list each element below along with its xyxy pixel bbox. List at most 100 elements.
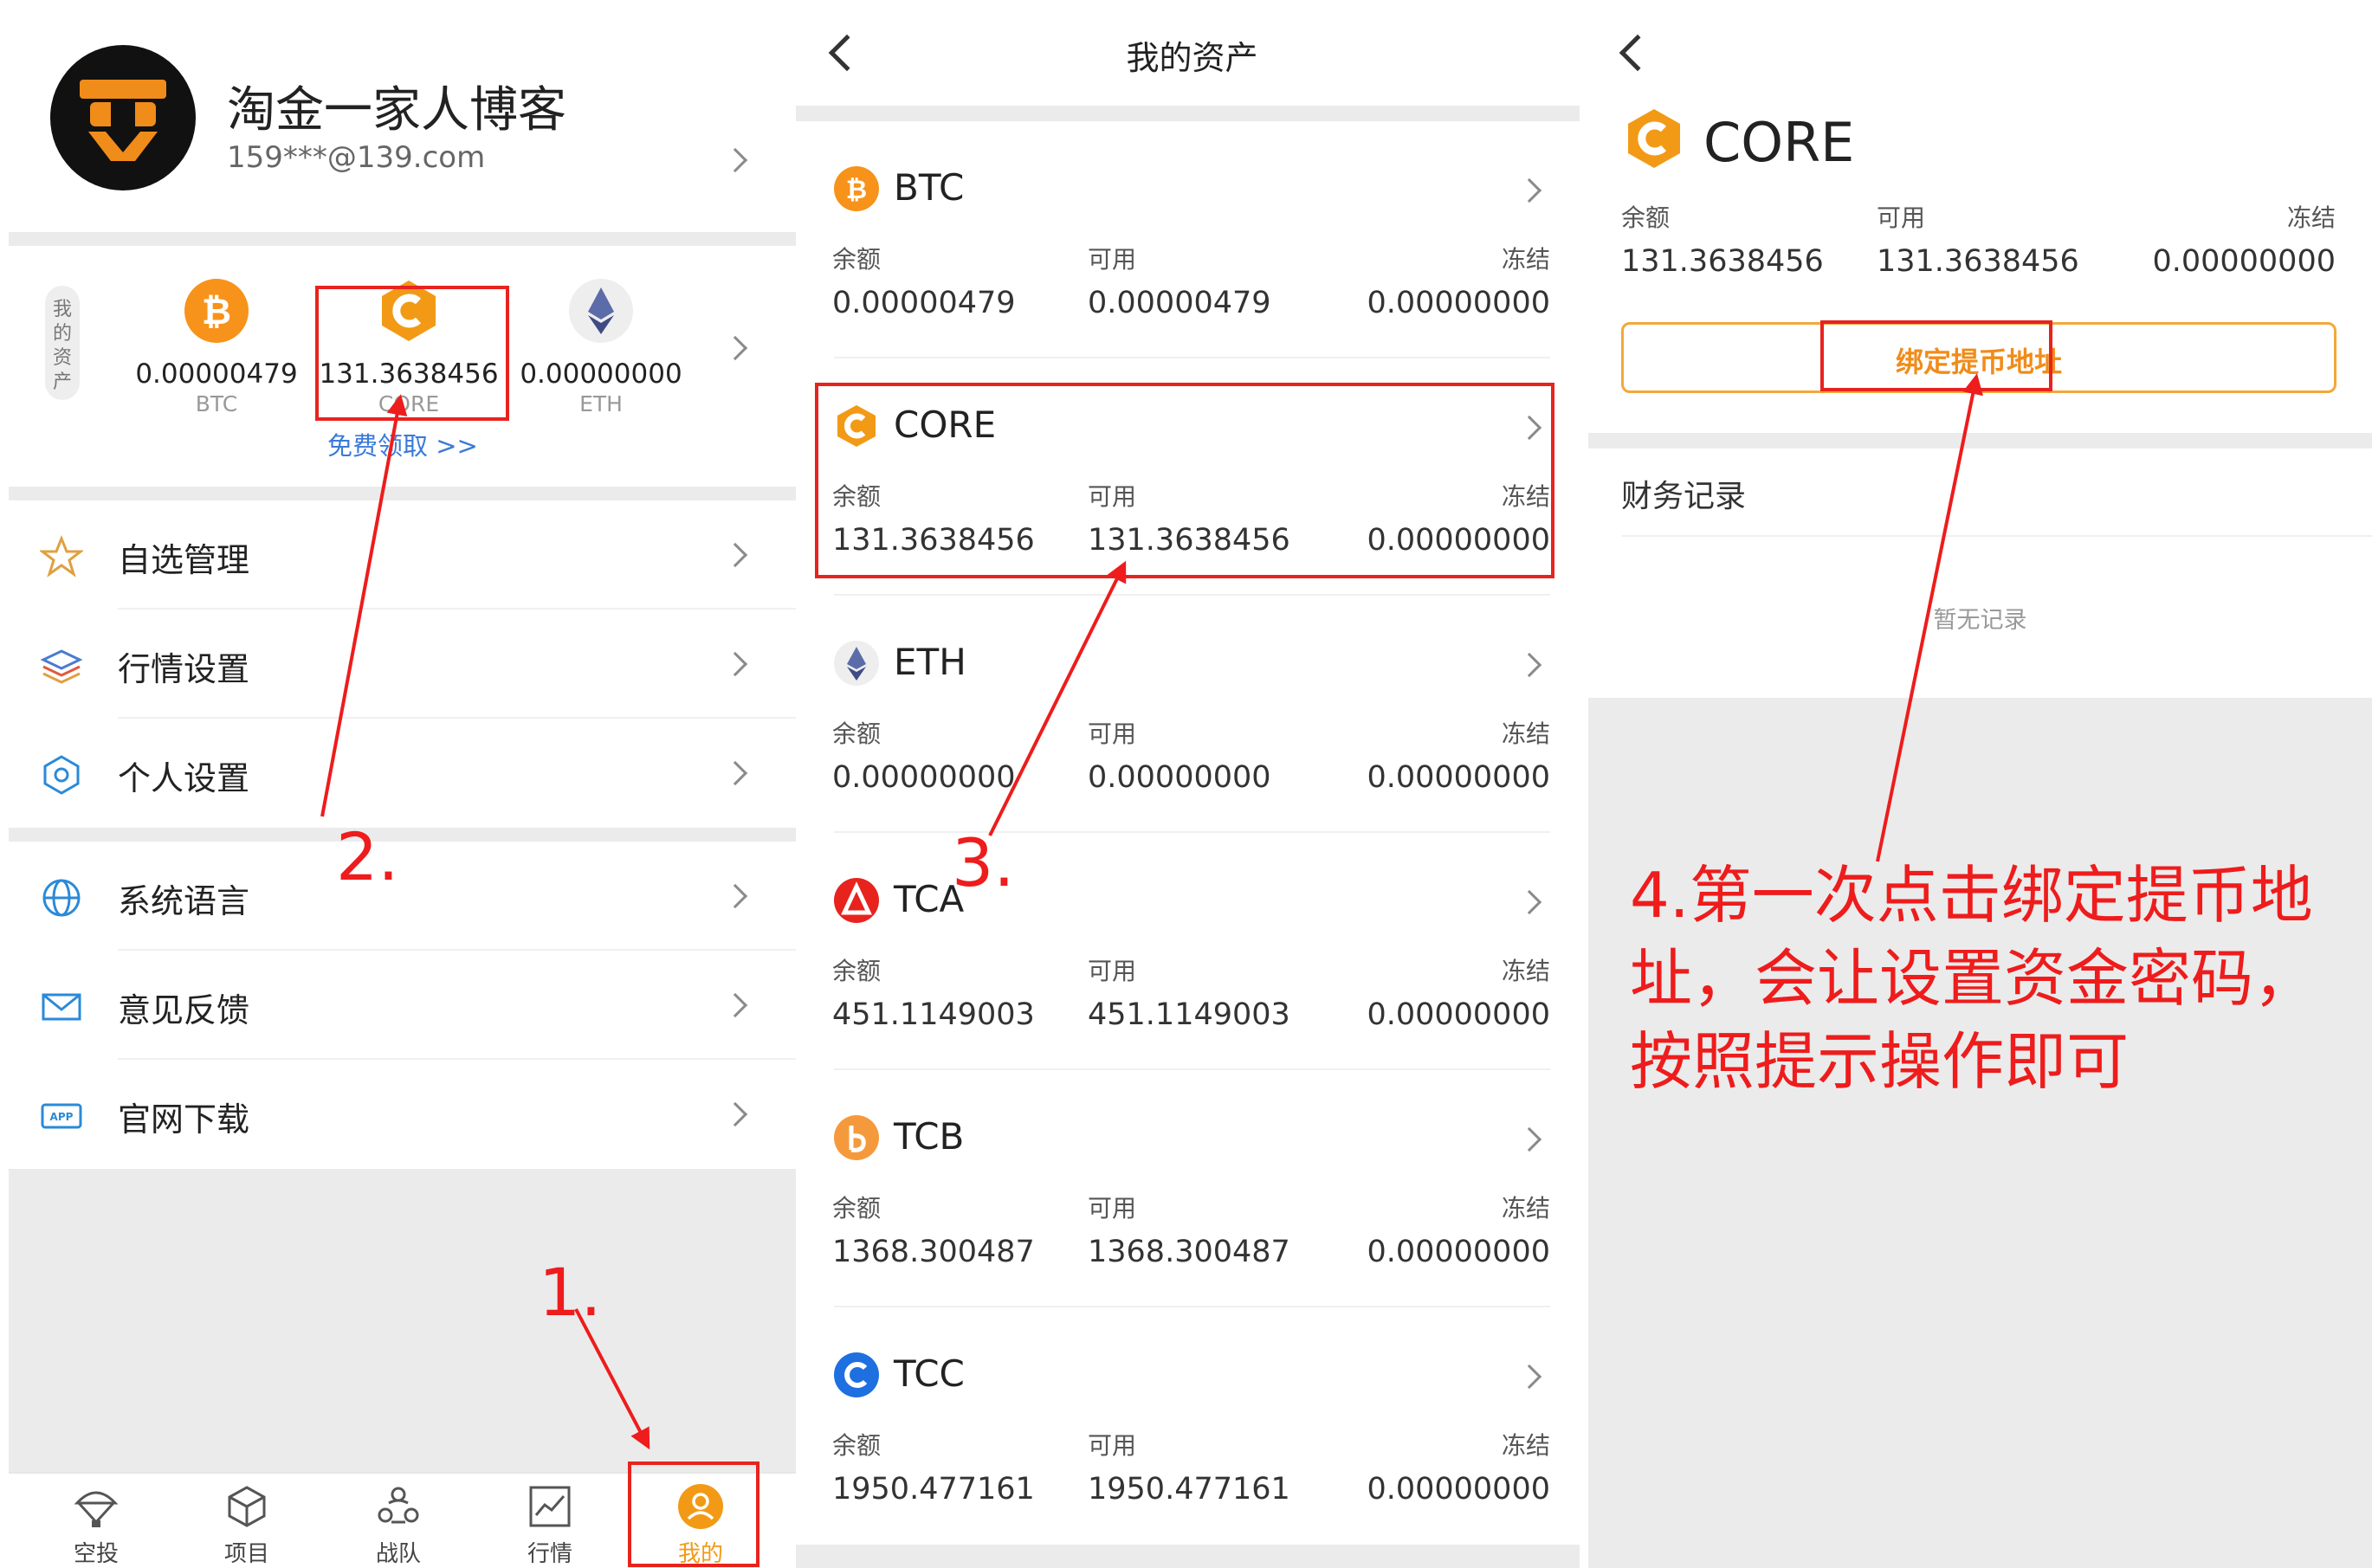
- menu-label: 行情设置: [118, 650, 250, 688]
- balance-label: 余额: [1621, 203, 1671, 232]
- core-icon: [1628, 109, 1680, 168]
- menu-item-feedback[interactable]: 意见反馈: [0, 951, 796, 1060]
- frozen-value: 0.00000000: [1367, 997, 1550, 1032]
- tab-airdrop[interactable]: 空投: [40, 1482, 152, 1568]
- chevron-right-icon: [1516, 652, 1542, 678]
- instruction-line: 4.第一次点击绑定提币地: [1630, 859, 2313, 932]
- svg-text:APP: APP: [50, 1111, 74, 1123]
- chevron-right-icon: [1516, 177, 1542, 203]
- coin-card-btc[interactable]: ₿ BTC 余额 可用 冻结 0.00000479 0.00000479 0.0…: [796, 121, 1588, 358]
- avatar[interactable]: [50, 45, 196, 190]
- available-value: 451.1149003: [1088, 997, 1290, 1032]
- chevron-right-icon: [722, 760, 748, 786]
- user-name: 淘金一家人博客: [227, 82, 566, 139]
- empty-area: [9, 1169, 796, 1472]
- avatar-logo-icon: [80, 80, 166, 161]
- available-value: 131.3638456: [1877, 244, 2079, 279]
- menu-label: 官网下载: [118, 1100, 250, 1139]
- available-label: 可用: [1088, 245, 1137, 274]
- menu-item-personal-settings[interactable]: 个人设置: [0, 719, 796, 828]
- coin-card-tcb[interactable]: TCB 余额 可用 冻结 1368.300487 1368.300487 0.0…: [796, 1070, 1588, 1307]
- team-icon: [378, 1487, 419, 1524]
- coin-name: CORE: [1703, 111, 1855, 174]
- balance-label: 余额: [832, 957, 882, 985]
- available-label: 可用: [1088, 957, 1137, 985]
- left-margin: [0, 0, 9, 1568]
- chevron-right-icon[interactable]: [722, 147, 748, 173]
- balance-value: 131.3638456: [1621, 244, 1824, 279]
- frozen-value: 0.00000000: [1367, 1472, 1550, 1507]
- tab-label: 空投: [73, 1541, 119, 1567]
- asset-amount: 0.00000479: [135, 358, 298, 390]
- chevron-right-icon: [722, 542, 748, 568]
- core-detail-panel: CORE 余额 可用 冻结 131.3638456 131.3638456 0.…: [1588, 0, 2372, 1568]
- balance-value: 1950.477161: [832, 1472, 1035, 1507]
- highlight-box-bind-button: [1820, 320, 2052, 391]
- free-claim-link[interactable]: 免费领取 >>: [327, 426, 478, 462]
- my-assets-tag: 我的资产: [45, 286, 80, 400]
- cube-icon: [228, 1486, 266, 1527]
- hexagon-settings-icon: [43, 755, 80, 795]
- asset-eth[interactable]: 0.00000000 ETH: [506, 279, 696, 416]
- available-label: 可用: [1088, 1431, 1137, 1460]
- chevron-right-icon: [722, 651, 748, 677]
- highlight-box-core-card: [815, 383, 1554, 578]
- app-download-icon: APP: [41, 1103, 82, 1129]
- my-assets-panel: 我的资产 ₿ BTC 余额 可用 冻结 0.00000479 0.0000047…: [796, 0, 1588, 1568]
- tcc-icon: [834, 1352, 879, 1397]
- coin-card-tca[interactable]: TCA 余额 可用 冻结 451.1149003 451.1149003 0.0…: [796, 833, 1588, 1070]
- chevron-right-icon: [722, 992, 748, 1018]
- records-title: 财务记录: [1621, 479, 1747, 514]
- tab-team[interactable]: 战队: [342, 1482, 455, 1568]
- profile-header[interactable]: 淘金一家人博客 159***@139.com: [0, 0, 796, 232]
- btc-icon: ₿: [834, 166, 879, 211]
- page-title: 我的资产: [1126, 39, 1258, 77]
- asset-symbol: ETH: [579, 391, 623, 416]
- menu-item-market-settings[interactable]: 行情设置: [0, 610, 796, 719]
- divider: [1588, 433, 2372, 448]
- frozen-value: 0.00000000: [1367, 286, 1550, 320]
- step-1-label: 1.: [539, 1254, 602, 1331]
- step-4-instruction: 4.第一次点击绑定提币地 址，会让设置资金密码， 按照提示操作即可: [1630, 854, 2349, 1103]
- menu-item-download[interactable]: APP 官网下载: [0, 1060, 796, 1169]
- available-value: 0.00000479: [1088, 286, 1271, 320]
- eth-icon: [569, 279, 633, 343]
- back-arrow-icon[interactable]: [1619, 34, 1657, 72]
- balance-value: 1368.300487: [832, 1235, 1035, 1269]
- frozen-label: 冻结: [1501, 957, 1550, 985]
- chevron-right-icon: [1516, 1126, 1542, 1152]
- coin-name: TCB: [894, 1115, 965, 1158]
- mail-icon: [42, 993, 81, 1021]
- balance-label: 余额: [832, 1194, 882, 1223]
- highlight-box-mine-tab: [628, 1462, 759, 1567]
- layers-icon: [40, 649, 83, 684]
- available-label: 可用: [1877, 203, 1926, 232]
- balance-label: 余额: [832, 245, 882, 274]
- coin-name: TCC: [894, 1352, 965, 1395]
- balance-value: 451.1149003: [832, 997, 1035, 1032]
- empty-records-text: 暂无记录: [1933, 607, 2027, 634]
- step-2-label: 2.: [336, 818, 399, 895]
- empty-area: [1588, 698, 2372, 1568]
- menu-label: 系统语言: [118, 882, 250, 920]
- available-value: 0.00000000: [1088, 760, 1271, 795]
- tab-projects[interactable]: 项目: [191, 1482, 303, 1568]
- divider: [9, 487, 796, 500]
- frozen-value: 0.00000000: [2152, 244, 2336, 279]
- coin-card-eth[interactable]: ETH 余额 可用 冻结 0.00000000 0.00000000 0.000…: [796, 596, 1588, 833]
- chevron-right-icon: [722, 1101, 748, 1127]
- instruction-line: 址，会让设置资金密码，: [1630, 942, 2317, 1015]
- coin-card-tcc[interactable]: TCC 余额 可用 冻结 1950.477161 1950.477161 0.0…: [796, 1307, 1588, 1545]
- available-value: 1368.300487: [1088, 1235, 1290, 1269]
- menu-item-favorites[interactable]: 自选管理: [0, 500, 796, 610]
- divider: [1621, 535, 2372, 537]
- step-3-label: 3.: [952, 824, 1015, 901]
- frozen-label: 冻结: [1501, 1431, 1550, 1460]
- asset-btc[interactable]: ₿ 0.00000479 BTC: [121, 279, 312, 416]
- instruction-line: 按照提示操作即可: [1630, 1025, 2130, 1098]
- balance-value: 0.00000479: [832, 286, 1016, 320]
- divider: [796, 1545, 1580, 1568]
- tab-market[interactable]: 行情: [494, 1482, 606, 1568]
- coin-name: ETH: [894, 641, 966, 683]
- divider: [9, 232, 796, 246]
